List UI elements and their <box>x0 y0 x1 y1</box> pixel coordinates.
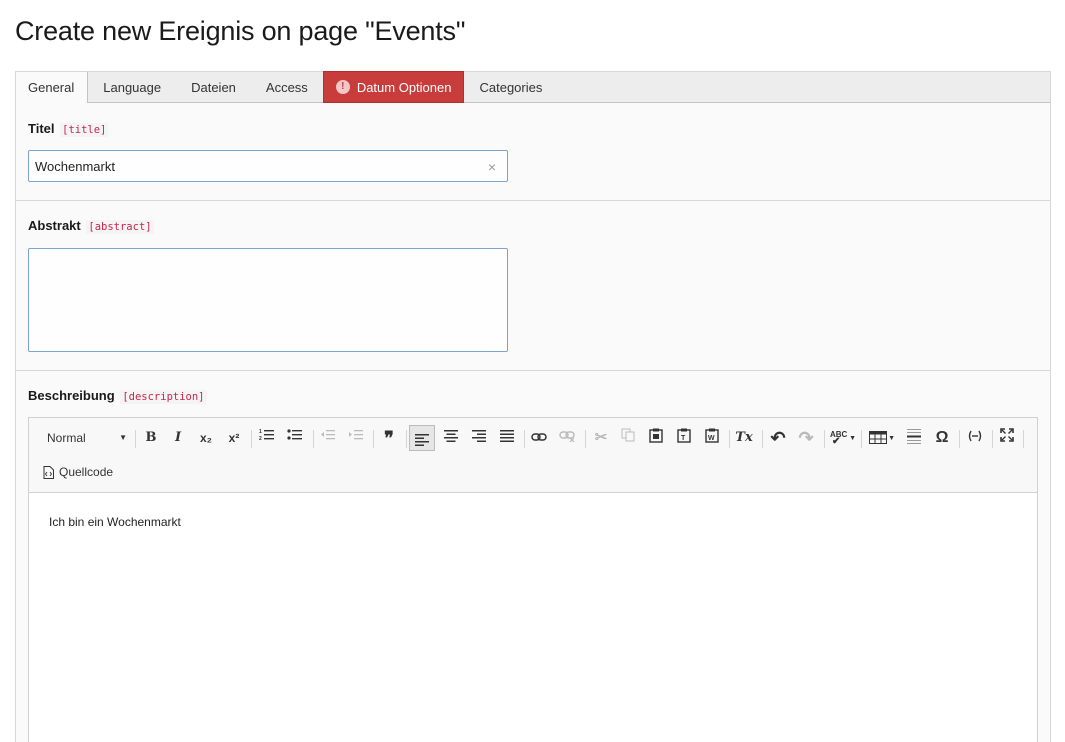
tab-general[interactable]: General <box>15 71 89 103</box>
bold-icon[interactable]: B <box>141 428 161 448</box>
align-right-icon[interactable] <box>469 428 489 448</box>
chevron-down-icon: ▼ <box>849 435 856 442</box>
justify-icon[interactable] <box>497 428 517 448</box>
toolbar-divider <box>861 430 862 448</box>
chevron-down-icon: ▼ <box>119 433 127 442</box>
tab-datum-optionen[interactable]: ! Datum Optionen <box>322 71 465 103</box>
numbered-list-icon[interactable]: 12 <box>257 428 277 448</box>
abstract-section: Abstrakt [abstract] <box>16 201 1050 371</box>
format-select[interactable]: Normal ▼ <box>47 428 127 448</box>
subscript-icon[interactable]: x₂ <box>196 428 216 448</box>
soft-hyphen-icon[interactable] <box>965 428 985 448</box>
editor-content[interactable]: Ich bin ein Wochenmarkt <box>29 493 1037 551</box>
title-input[interactable]: Wochenmarkt × <box>28 150 508 182</box>
svg-text:W: W <box>708 435 715 442</box>
chevron-down-icon: ▼ <box>888 435 895 442</box>
tab-access[interactable]: Access <box>251 72 323 103</box>
checkmark-icon: ✔ <box>832 436 841 447</box>
redo-icon[interactable]: ↷ <box>796 428 816 448</box>
source-label: Quellcode <box>59 465 114 479</box>
toolbar-divider <box>406 430 407 448</box>
tab-label: Language <box>103 80 162 95</box>
tab-label: Categories <box>479 80 543 95</box>
maximize-icon[interactable] <box>997 428 1017 448</box>
toolbar-divider <box>959 430 960 448</box>
horizontal-rule-icon[interactable] <box>904 428 924 448</box>
toolbar-divider <box>373 430 374 448</box>
paste-word-icon[interactable]: W <box>702 428 722 448</box>
unlink-icon[interactable] <box>557 428 577 448</box>
exclamation-icon: ! <box>335 80 350 94</box>
spellcheck-icon[interactable]: ABC ✔ ▼ <box>828 428 856 448</box>
link-icon[interactable] <box>529 428 549 448</box>
tab-label: General <box>28 80 75 95</box>
editor-toolbar: Normal ▼ B I x₂ x² 12 ❞ ✂ T W Tx ↶ ↷ ABC… <box>29 418 1037 493</box>
tab-bar: General Language Dateien Access ! Datum … <box>15 71 1051 103</box>
abstract-key: [abstract] <box>86 220 154 234</box>
title-key: [title] <box>60 123 109 137</box>
paste-icon[interactable] <box>646 428 666 448</box>
title-label-text: Titel <box>28 121 55 136</box>
blockquote-icon[interactable]: ❞ <box>379 428 399 448</box>
copy-icon[interactable] <box>618 428 638 448</box>
page-title: Create new Ereignis on page "Events" <box>15 16 466 46</box>
clear-icon[interactable]: × <box>488 159 496 175</box>
title-value: Wochenmarkt <box>35 159 115 174</box>
source-icon <box>43 465 54 479</box>
tab-dateien[interactable]: Dateien <box>176 72 251 103</box>
editor-text: Ich bin ein Wochenmarkt <box>49 515 181 529</box>
paste-text-icon[interactable]: T <box>674 428 694 448</box>
svg-text:T: T <box>681 435 686 442</box>
superscript-icon[interactable]: x² <box>224 428 244 448</box>
toolbar-divider <box>524 430 525 448</box>
tab-language[interactable]: Language <box>88 72 176 103</box>
description-label: Beschreibung [description] <box>28 388 207 404</box>
table-icon[interactable]: ▼ <box>867 428 895 448</box>
italic-icon[interactable]: I <box>168 428 188 448</box>
indent-icon[interactable] <box>346 428 366 448</box>
remove-format-icon[interactable]: Tx <box>734 428 754 448</box>
description-label-text: Beschreibung <box>28 388 115 403</box>
tab-label: Access <box>265 80 308 95</box>
svg-text:2: 2 <box>259 436 262 442</box>
tab-label: Dateien <box>191 80 236 95</box>
toolbar-divider <box>729 430 730 448</box>
toolbar-divider <box>585 430 586 448</box>
abstract-label: Abstrakt [abstract] <box>28 218 154 234</box>
source-button[interactable]: Quellcode <box>43 462 113 482</box>
toolbar-divider <box>762 430 763 448</box>
form-panel: Titel [title] Wochenmarkt × Abstrakt [ab… <box>15 103 1051 742</box>
description-key: [description] <box>120 390 207 404</box>
title-label: Titel [title] <box>28 121 109 137</box>
abstract-textarea[interactable] <box>28 248 508 352</box>
bulleted-list-icon[interactable] <box>285 428 305 448</box>
toolbar-divider <box>135 430 136 448</box>
abstract-label-text: Abstrakt <box>28 218 81 233</box>
align-center-icon[interactable] <box>441 428 461 448</box>
align-left-icon[interactable] <box>409 425 435 451</box>
toolbar-divider <box>313 430 314 448</box>
rich-text-editor: Normal ▼ B I x₂ x² 12 ❞ ✂ T W Tx ↶ ↷ ABC… <box>28 417 1038 742</box>
toolbar-divider <box>1023 430 1024 448</box>
outdent-icon[interactable] <box>318 428 338 448</box>
tab-categories[interactable]: Categories <box>464 72 557 103</box>
tab-label: Datum Optionen <box>356 79 452 95</box>
svg-text:1: 1 <box>259 429 262 435</box>
title-section: Titel [title] Wochenmarkt × <box>16 103 1050 201</box>
toolbar-divider <box>992 430 993 448</box>
special-char-icon[interactable]: Ω <box>932 428 952 448</box>
undo-icon[interactable]: ↶ <box>768 428 788 448</box>
toolbar-divider <box>824 430 825 448</box>
format-select-value: Normal <box>47 431 86 445</box>
cut-icon[interactable]: ✂ <box>591 428 611 448</box>
toolbar-divider <box>251 430 252 448</box>
